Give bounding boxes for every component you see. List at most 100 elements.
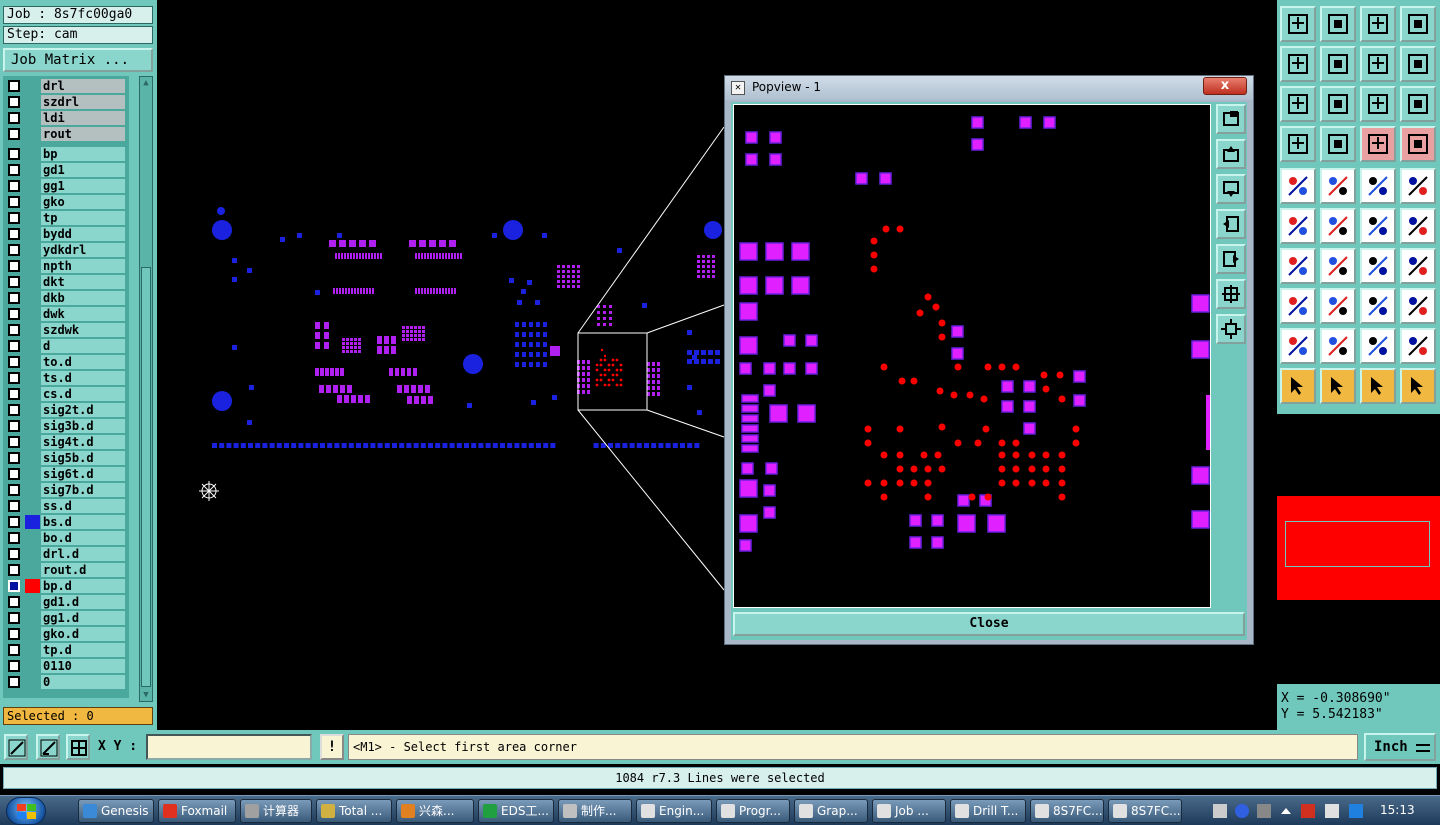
keyboard-icon[interactable] xyxy=(1213,804,1227,818)
layer-row[interactable]: bp xyxy=(3,146,129,162)
home-view-button[interactable] xyxy=(1360,6,1396,42)
layer-color-swatch[interactable] xyxy=(25,611,40,625)
layer-row[interactable]: sig3b.d xyxy=(3,418,129,434)
layer-color-swatch[interactable] xyxy=(25,211,40,225)
layer-checkbox[interactable] xyxy=(8,128,20,140)
layer-checkbox[interactable] xyxy=(8,532,20,544)
layer-checkbox[interactable] xyxy=(8,596,20,608)
layer-display-a-button[interactable] xyxy=(1360,126,1396,162)
taskbar-item[interactable]: Foxmail xyxy=(158,799,236,823)
layer-color-swatch[interactable] xyxy=(25,467,40,481)
measure-distance-button[interactable] xyxy=(1360,288,1396,324)
delete-tool-button[interactable] xyxy=(1320,208,1356,244)
pv-zoom-home-button[interactable] xyxy=(1216,104,1246,134)
layer-row[interactable]: gd1 xyxy=(3,162,129,178)
layer-color-swatch[interactable] xyxy=(25,419,40,433)
layer-checkbox[interactable] xyxy=(8,564,20,576)
layer-checkbox[interactable] xyxy=(8,516,20,528)
layer-color-swatch[interactable] xyxy=(25,195,40,209)
layer-checkbox[interactable] xyxy=(8,212,20,224)
layer-color-swatch[interactable] xyxy=(25,95,40,109)
triangle-b-button[interactable] xyxy=(1320,328,1356,364)
layer-color-swatch[interactable] xyxy=(25,323,40,337)
layer-row[interactable]: sig4t.d xyxy=(3,434,129,450)
layer-row[interactable]: cs.d xyxy=(3,386,129,402)
layer-row[interactable]: sig6t.d xyxy=(3,466,129,482)
layer-color-swatch[interactable] xyxy=(25,499,40,513)
zoom-previous-button[interactable] xyxy=(1320,6,1356,42)
layer-checkbox[interactable] xyxy=(8,388,20,400)
taskbar-item[interactable]: Job ... xyxy=(872,799,946,823)
layer-display-b-button[interactable] xyxy=(1400,126,1436,162)
slice-tool-button[interactable] xyxy=(1320,248,1356,284)
overview-view-box[interactable] xyxy=(1285,521,1430,567)
layer-row[interactable]: d xyxy=(3,338,129,354)
layer-color-swatch[interactable] xyxy=(25,355,40,369)
zoom-center-button[interactable] xyxy=(1320,86,1356,122)
select-net-button[interactable] xyxy=(1400,368,1436,404)
layer-color-swatch[interactable] xyxy=(25,227,40,241)
layer-row[interactable]: bs.d xyxy=(3,514,129,530)
draw-tool-button[interactable] xyxy=(1320,168,1356,204)
layer-checkbox[interactable] xyxy=(8,180,20,192)
layer-color-swatch[interactable] xyxy=(25,291,40,305)
line-split-button[interactable] xyxy=(1320,288,1356,324)
pv-pan-up-button[interactable] xyxy=(1216,139,1246,169)
taskbar-item[interactable]: Genesis xyxy=(78,799,154,823)
layer-checkbox[interactable] xyxy=(8,148,20,160)
pan-right-button[interactable] xyxy=(1320,46,1356,82)
taskbar-item[interactable]: 计算器 xyxy=(240,799,312,823)
layer-row[interactable]: 0110 xyxy=(3,658,129,674)
execute-button[interactable]: ! xyxy=(320,734,344,760)
scroll-up-icon[interactable]: ▲ xyxy=(140,77,152,89)
popview-zoom-view[interactable] xyxy=(733,104,1211,608)
layer-checkbox[interactable] xyxy=(8,80,20,92)
window-close-button[interactable]: x xyxy=(1203,77,1247,95)
overview-map[interactable] xyxy=(1277,414,1440,684)
layer-color-swatch[interactable] xyxy=(25,579,40,593)
ime-icon[interactable] xyxy=(1349,804,1363,818)
layer-row[interactable]: rout.d xyxy=(3,562,129,578)
pan-left-button[interactable] xyxy=(1280,46,1316,82)
connect-tool-button[interactable] xyxy=(1280,208,1316,244)
layer-color-swatch[interactable] xyxy=(25,275,40,289)
layer-color-swatch[interactable] xyxy=(25,515,40,529)
help-button[interactable] xyxy=(1400,86,1436,122)
layer-row[interactable]: tp xyxy=(3,210,129,226)
pv-pan-right-button[interactable] xyxy=(1216,244,1246,274)
layer-color-swatch[interactable] xyxy=(25,531,40,545)
layer-color-swatch[interactable] xyxy=(25,659,40,673)
layer-row[interactable]: bp.d xyxy=(3,578,129,594)
popview-titlebar[interactable]: ✕ Popview - 1 x xyxy=(725,76,1253,100)
rotate-tool-button[interactable] xyxy=(1360,248,1396,284)
fit-screen-button[interactable] xyxy=(1400,46,1436,82)
zoom-home-button[interactable] xyxy=(1280,6,1316,42)
xy-input[interactable] xyxy=(146,734,312,760)
pad-tool-button[interactable] xyxy=(1400,168,1436,204)
layer-checkbox[interactable] xyxy=(8,660,20,672)
layer-checkbox[interactable] xyxy=(8,244,20,256)
layer-row[interactable]: dwk xyxy=(3,306,129,322)
taskbar-item[interactable]: 制作... xyxy=(558,799,632,823)
measure-tool-button[interactable] xyxy=(1280,126,1316,162)
layer-row[interactable]: bo.d xyxy=(3,530,129,546)
layer-row[interactable]: drl xyxy=(3,78,129,94)
move-tool-button[interactable] xyxy=(1360,208,1396,244)
layer-color-swatch[interactable] xyxy=(25,403,40,417)
taskbar-item[interactable]: EDS工... xyxy=(478,799,554,823)
layer-row[interactable]: ldi xyxy=(3,110,129,126)
layer-checkbox[interactable] xyxy=(8,260,20,272)
layer-checkbox[interactable] xyxy=(8,468,20,480)
taskbar-item[interactable]: Total ... xyxy=(316,799,392,823)
layer-color-swatch[interactable] xyxy=(25,675,40,689)
layer-checkbox[interactable] xyxy=(8,644,20,656)
layer-row[interactable]: sig7b.d xyxy=(3,482,129,498)
pv-pan-down-button[interactable] xyxy=(1216,174,1246,204)
taskbar-item[interactable]: Engin... xyxy=(636,799,712,823)
layer-row[interactable]: szdrl xyxy=(3,94,129,110)
layer-color-swatch[interactable] xyxy=(25,339,40,353)
layer-checkbox[interactable] xyxy=(8,164,20,176)
network-icon[interactable] xyxy=(1325,804,1339,818)
taskbar-item[interactable]: 8S7FC... xyxy=(1108,799,1182,823)
pv-pan-left-button[interactable] xyxy=(1216,209,1246,239)
